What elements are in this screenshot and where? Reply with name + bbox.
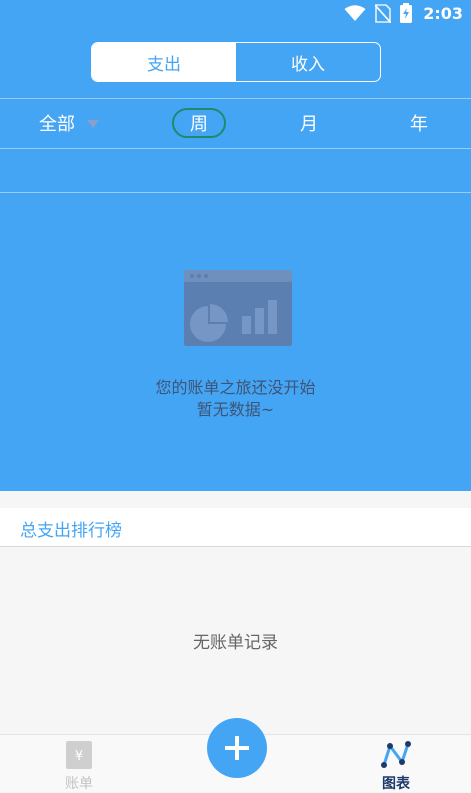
empty-chart-icon: [184, 270, 292, 346]
period-filter: 全部 周 月 年: [0, 100, 471, 146]
filter-year[interactable]: 年: [410, 100, 428, 146]
ranking-header: 总支出排行榜: [0, 508, 471, 547]
divider: [0, 148, 471, 149]
divider: [0, 98, 471, 99]
nav-charts[interactable]: 图表: [356, 735, 436, 793]
clock: 2:03: [423, 3, 463, 23]
nav-bills-label: 账单: [65, 776, 93, 792]
tab-expense[interactable]: 支出: [92, 43, 236, 81]
no-sim-icon: [375, 3, 392, 23]
wifi-icon: [344, 4, 366, 21]
filter-month[interactable]: 月: [300, 100, 318, 146]
tab-income[interactable]: 收入: [236, 43, 380, 81]
battery-charging-icon: [400, 3, 413, 23]
empty-message: 您的账单之旅还没开始: [155, 378, 316, 397]
chevron-down-icon: [87, 120, 99, 128]
divider: [0, 192, 471, 193]
plus-icon: [225, 736, 249, 760]
no-records-text: 无账单记录: [193, 633, 278, 653]
chart-line-icon: [381, 741, 411, 768]
nav-charts-label: 图表: [382, 776, 410, 792]
status-bar: 2:03: [0, 0, 471, 30]
nav-bills[interactable]: ¥ 账单: [39, 735, 119, 793]
yen-glyph: ¥: [75, 749, 83, 764]
filter-week[interactable]: 周: [172, 100, 226, 146]
expense-income-toggle: 支出 收入: [91, 42, 381, 82]
add-bill-button[interactable]: [207, 718, 267, 778]
week-label: 周: [172, 108, 226, 138]
category-label: 全部: [39, 114, 75, 135]
bill-icon: ¥: [66, 741, 92, 769]
empty-submessage: 暂无数据~: [196, 400, 275, 419]
category-dropdown[interactable]: 全部: [39, 100, 99, 146]
ranking-title: 总支出排行榜: [20, 521, 122, 541]
